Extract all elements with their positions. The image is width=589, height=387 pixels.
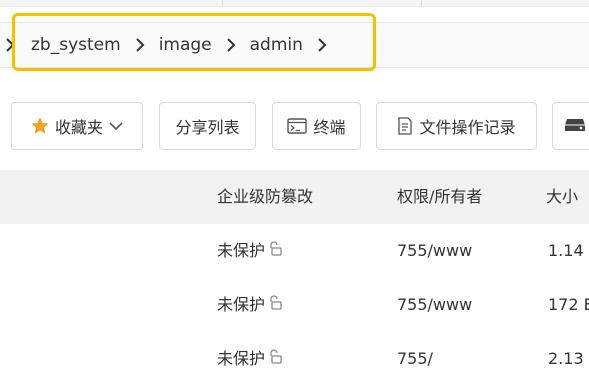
file-size: 1.14: [548, 241, 584, 260]
tamper-status-text: 未保护: [217, 295, 266, 314]
favorites-button[interactable]: 收藏夹: [11, 102, 143, 150]
unlock-icon[interactable]: [267, 224, 283, 278]
permission-owner[interactable]: 755/www: [397, 224, 472, 278]
column-header-tamper-protection[interactable]: 企业级防篡改: [217, 170, 313, 224]
tamper-status: 未保护: [217, 278, 283, 333]
permission-owner[interactable]: 755/: [397, 332, 433, 386]
table-header: 企业级防篡改 权限/所有者 大小: [0, 170, 589, 225]
terminal-button[interactable]: 终端: [272, 102, 361, 150]
tab-divider: [421, 0, 422, 6]
file-size: 172 E: [548, 295, 589, 314]
tamper-status: 未保护: [217, 224, 283, 279]
file-log-button[interactable]: 文件操作记录: [376, 102, 537, 150]
top-tab-strip: [0, 0, 589, 7]
breadcrumb-highlight-box: [12, 13, 376, 71]
terminal-label: 终端: [313, 118, 346, 137]
table-row[interactable]: 未保护 755/ 2.13: [0, 332, 589, 386]
document-log-icon: [397, 117, 413, 135]
disk-button[interactable]: [552, 102, 589, 150]
column-header-permission-owner[interactable]: 权限/所有者: [397, 170, 482, 224]
tab-divider: [222, 0, 223, 6]
file-size: 2.13: [548, 349, 584, 368]
favorites-label: 收藏夹: [54, 118, 103, 137]
unlock-icon[interactable]: [267, 332, 283, 386]
file-log-label: 文件操作记录: [419, 118, 516, 137]
tamper-status-text: 未保护: [217, 241, 266, 260]
file-toolbar: 收藏夹 分享列表 终端 文件操作记录: [0, 102, 589, 152]
chevron-down-icon: [109, 121, 123, 131]
table-row[interactable]: 未保护 755/www 172 E: [0, 278, 589, 333]
column-header-size[interactable]: 大小: [546, 170, 578, 224]
disk-icon: [564, 117, 586, 136]
unlock-icon[interactable]: [267, 278, 283, 332]
share-list-button[interactable]: 分享列表: [159, 102, 256, 150]
terminal-icon: [287, 118, 308, 134]
permission-owner[interactable]: 755/www: [397, 278, 472, 332]
tamper-status: 未保护: [217, 332, 283, 387]
star-icon: [31, 117, 49, 135]
share-list-label: 分享列表: [175, 118, 240, 137]
tamper-status-text: 未保护: [217, 349, 266, 368]
table-row[interactable]: 未保护 755/www 1.14: [0, 224, 589, 279]
